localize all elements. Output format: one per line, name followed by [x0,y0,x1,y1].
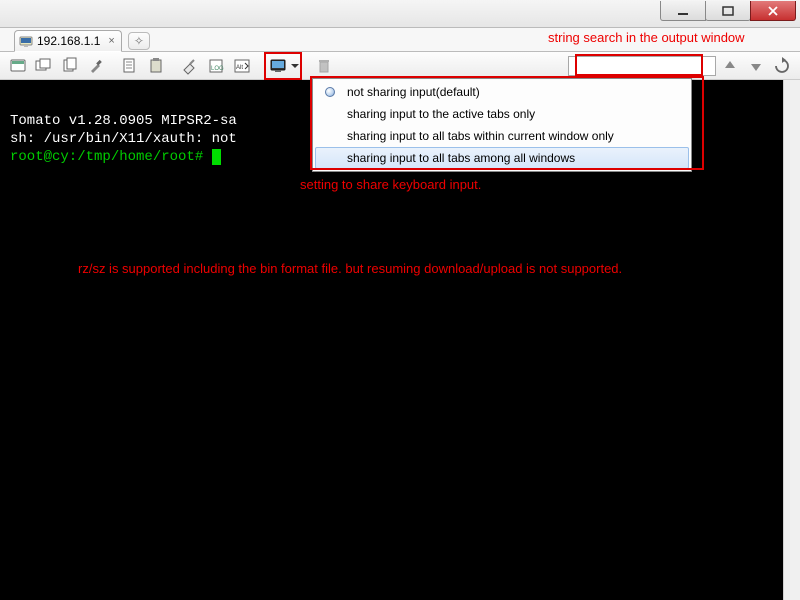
tab-session[interactable]: 192.168.1.1 × [14,30,122,52]
dropdown-item-label: sharing input to all tabs within current… [347,129,614,143]
clear-button[interactable] [178,54,202,78]
annotation-share-setting: setting to share keyboard input. [300,176,481,194]
alt-button[interactable]: Alt [230,54,254,78]
search-area [568,54,794,78]
dropdown-item-label: sharing input to the active tabs only [347,107,535,121]
copy-button[interactable] [58,54,82,78]
new-session-button[interactable] [6,54,30,78]
toolbar: LOG Alt [0,52,800,80]
annotation-rzsz: rz/sz is supported including the bin for… [78,260,788,278]
share-input-dropdown: not sharing input(default) sharing input… [312,78,692,172]
dropdown-item-label: sharing input to all tabs among all wind… [347,151,575,165]
tab-strip: 192.168.1.1 × ✧ string search in the out… [0,28,800,52]
settings-button[interactable] [84,54,108,78]
svg-text:Alt: Alt [236,65,243,71]
log-button[interactable]: LOG [204,54,228,78]
share-input-button[interactable] [266,54,290,78]
search-input-wrapper [568,56,716,76]
annotation-search: string search in the output window [548,30,745,45]
putty-icon [19,34,33,48]
share-input-button-group [264,52,302,80]
dropdown-item-not-sharing[interactable]: not sharing input(default) [315,81,689,103]
dropdown-item-current-window[interactable]: sharing input to all tabs within current… [315,125,689,147]
radio-selected-icon [325,87,335,97]
window-titlebar [0,0,800,28]
duplicate-session-button[interactable] [32,54,56,78]
refresh-button[interactable] [770,54,794,78]
dropdown-item-active-tabs[interactable]: sharing input to the active tabs only [315,103,689,125]
delete-button[interactable] [312,54,336,78]
terminal-scrollbar[interactable] [783,80,800,600]
search-down-button[interactable] [744,54,768,78]
new-tab-button[interactable]: ✧ [128,32,150,50]
search-input[interactable] [569,57,715,75]
share-input-dropdown-caret[interactable] [290,54,300,78]
terminal-cursor [212,149,221,165]
copy-all-button[interactable] [118,54,142,78]
tab-close-icon[interactable]: × [108,35,114,47]
dropdown-item-label: not sharing input(default) [347,85,480,99]
dropdown-item-all-windows[interactable]: sharing input to all tabs among all wind… [315,147,689,169]
tab-label: 192.168.1.1 [37,34,100,48]
search-up-button[interactable] [718,54,742,78]
paste-button[interactable] [144,54,168,78]
svg-text:LOG: LOG [211,66,224,72]
window-maximize-button[interactable] [705,1,751,21]
window-minimize-button[interactable] [660,1,706,21]
terminal-prompt: root@cy:/tmp/home/root# [10,149,212,165]
window-close-button[interactable] [750,1,796,21]
